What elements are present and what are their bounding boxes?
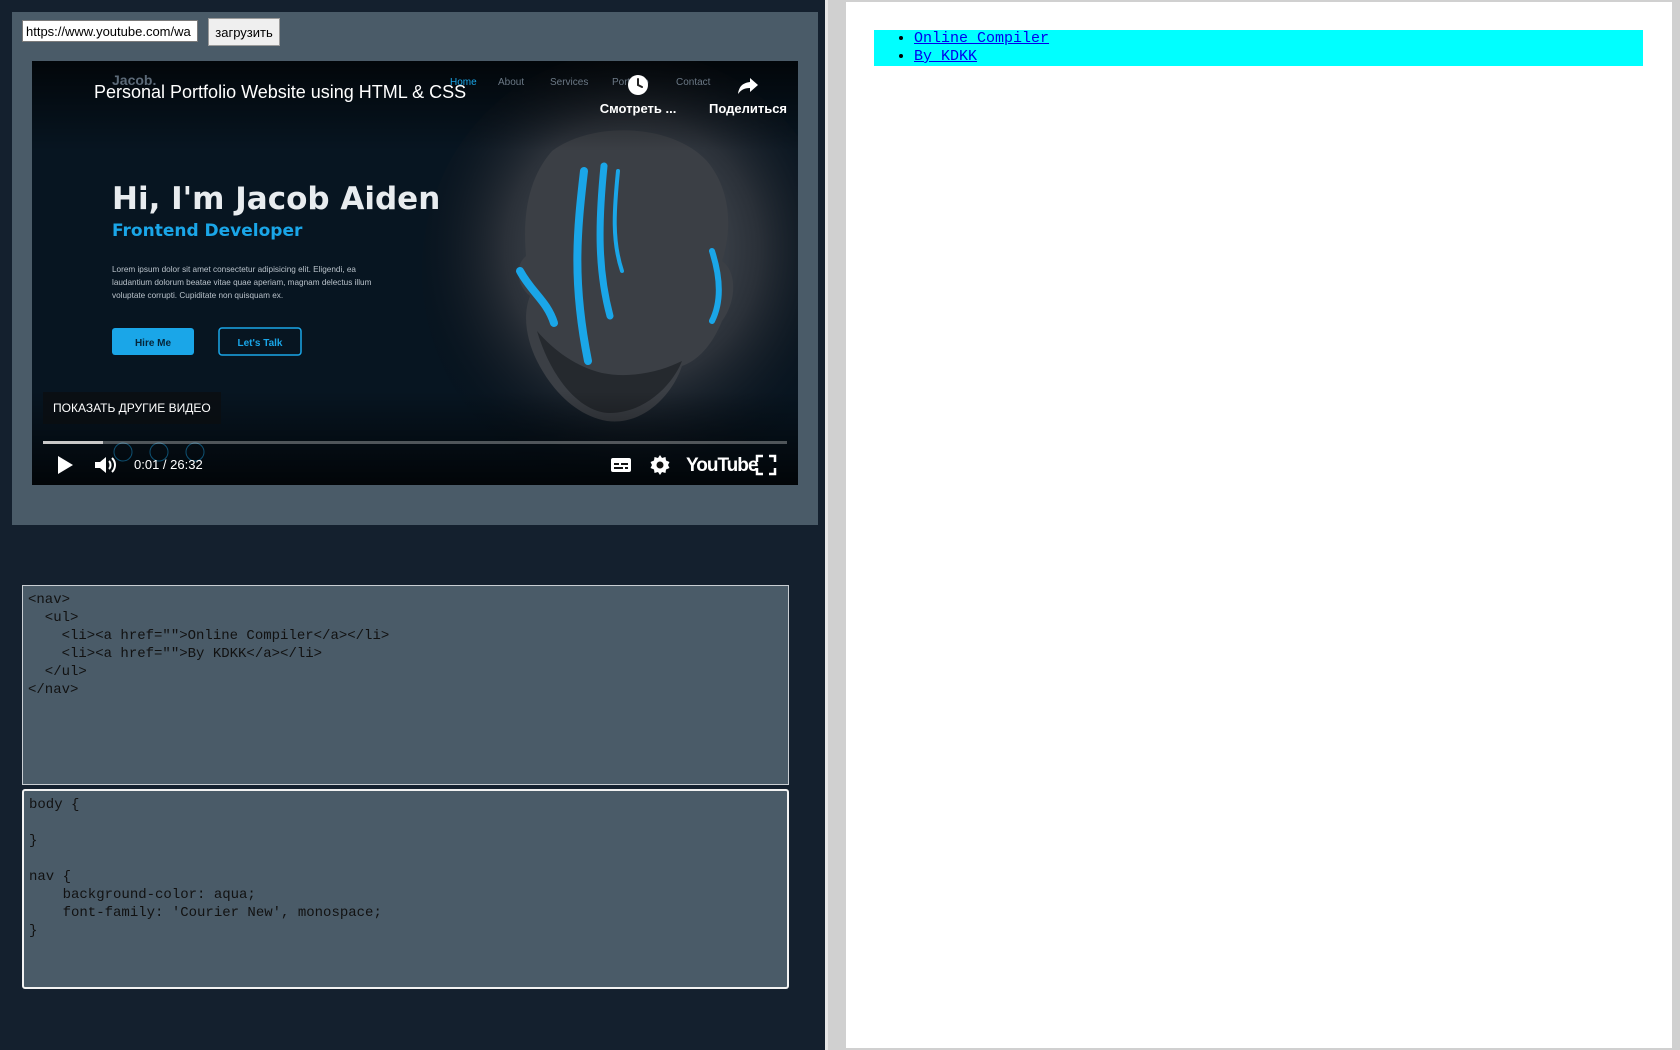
share-label: Поделиться (708, 101, 788, 116)
fullscreen-icon[interactable] (755, 453, 777, 477)
lets-talk-label: Let's Talk (238, 338, 283, 349)
preview-nav-item: Online Compiler (914, 30, 1643, 48)
site-paragraph-line: voluptate corrupti. Cupiditate non quisq… (112, 291, 283, 300)
youtube-logo[interactable]: YouTube (686, 455, 758, 477)
share-icon (738, 78, 758, 94)
progress-fill (43, 441, 103, 444)
progress-bar[interactable] (43, 441, 787, 444)
html-code-editor[interactable]: <nav> <ul> <li><a href="">Online Compile… (22, 585, 789, 785)
clock-icon (628, 75, 648, 95)
site-subheading: Frontend Developer (112, 221, 303, 241)
preview-panel: Online Compiler By KDKK (846, 2, 1672, 1048)
subtitles-icon[interactable] (609, 453, 633, 477)
play-icon[interactable] (54, 453, 76, 477)
hire-me-label: Hire Me (135, 338, 172, 349)
preview-link-by-kdkk[interactable]: By KDKK (914, 48, 977, 65)
site-paragraph-line: laudantium dolorum beatae vitae quae ape… (112, 278, 372, 287)
site-paragraph-line: Lorem ipsum dolor sit amet consectetur a… (112, 265, 356, 274)
site-nav-item: Services (550, 77, 588, 88)
css-code-editor[interactable]: body { } nav { background-color: aqua; f… (22, 789, 789, 989)
more-videos-button[interactable]: ПОКАЗАТЬ ДРУГИЕ ВИДЕО (43, 392, 221, 424)
video-title[interactable]: Personal Portfolio Website using HTML & … (94, 82, 466, 103)
video-player[interactable]: Jacob. Home About Services Portfolio Con… (32, 61, 798, 485)
video-section: загрузить (12, 12, 818, 525)
load-button[interactable]: загрузить (208, 18, 280, 46)
preview-nav-list: Online Compiler By KDKK (874, 30, 1643, 66)
preview-nav-item: By KDKK (914, 48, 1643, 66)
time-display: 0:01 / 26:32 (134, 457, 203, 472)
url-input[interactable] (22, 20, 198, 42)
editor-panel: загрузить (0, 0, 828, 1050)
volume-icon[interactable] (93, 453, 119, 477)
site-nav-item: About (498, 77, 524, 88)
settings-icon[interactable] (648, 453, 672, 477)
share-button[interactable]: Поделиться (708, 73, 788, 116)
site-heading: Hi, I'm Jacob Aiden (112, 181, 440, 217)
preview-nav: Online Compiler By KDKK (874, 30, 1643, 66)
watch-later-label: Смотреть ... (599, 101, 677, 116)
preview-link-online-compiler[interactable]: Online Compiler (914, 30, 1049, 47)
watch-later-button[interactable]: Смотреть ... (594, 73, 682, 116)
